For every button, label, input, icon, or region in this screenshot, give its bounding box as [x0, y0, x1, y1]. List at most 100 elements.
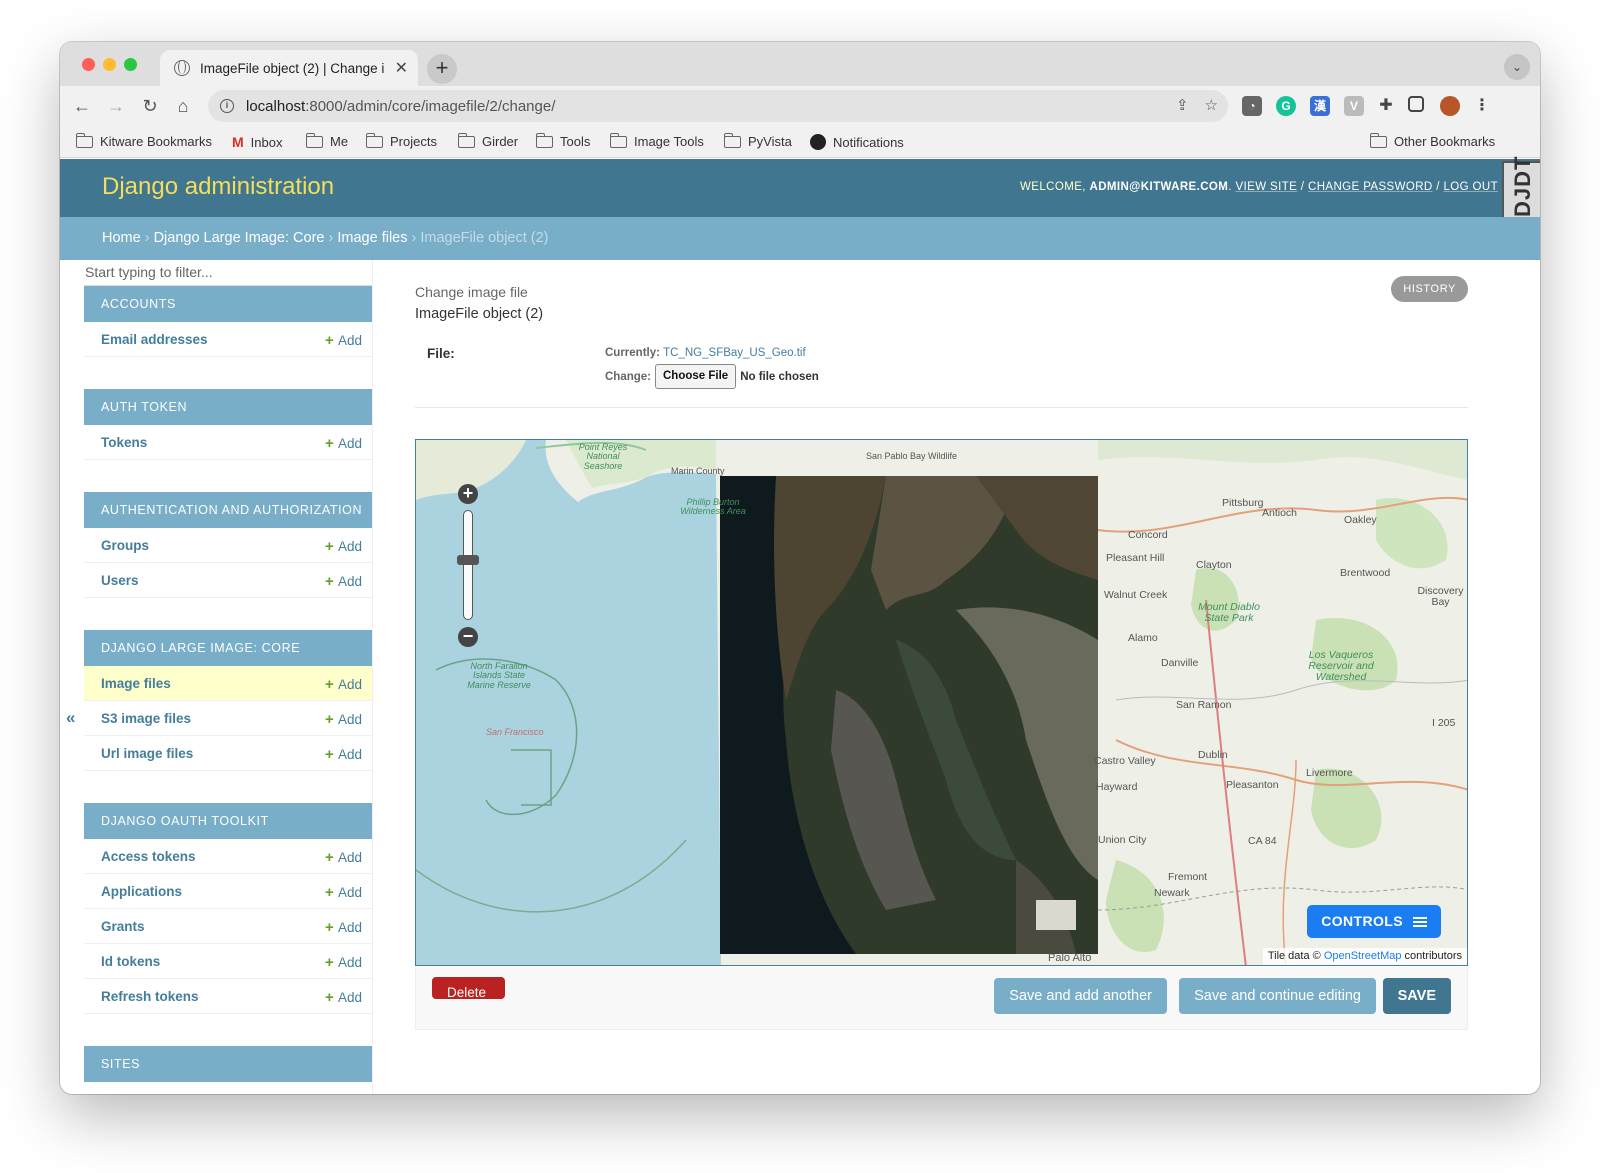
tab-close-icon[interactable]: ✕: [395, 58, 408, 78]
delete-button[interactable]: Delete: [432, 977, 505, 999]
nav-model-row: Id tokens + Add: [84, 944, 372, 979]
add-link[interactable]: + Add: [325, 849, 362, 866]
forward-icon[interactable]: →: [104, 94, 128, 118]
module-caption[interactable]: AUTHENTICATION AND AUTHORIZATION: [84, 492, 372, 528]
nav-module: SITES: [84, 1046, 372, 1082]
zoom-slider-handle[interactable]: [457, 555, 479, 565]
nav-module: DJANGO LARGE IMAGE: CORE Image files + Add…: [84, 630, 372, 771]
nav-model-link[interactable]: Users: [101, 573, 139, 588]
bookmark-pyvista[interactable]: PyVista: [724, 132, 792, 149]
map-viewer[interactable]: Point Reyes National Seashore Marin Count…: [415, 439, 1468, 966]
save-button[interactable]: SAVE: [1382, 978, 1451, 1014]
vue-extension-icon[interactable]: V: [1344, 96, 1364, 116]
view-site-link[interactable]: VIEW SITE: [1235, 181, 1297, 193]
side-panel-icon[interactable]: [1408, 96, 1424, 112]
zoom-in-button[interactable]: +: [458, 484, 478, 504]
menu-kebab-icon[interactable]: ⋮: [1472, 96, 1492, 116]
nav-model-link[interactable]: S3 image files: [101, 711, 191, 726]
map-place-label: Pittsburg: [1222, 497, 1264, 509]
add-link[interactable]: + Add: [325, 919, 362, 936]
nav-model-link[interactable]: Groups: [101, 538, 149, 553]
profile-avatar[interactable]: [1440, 96, 1460, 116]
back-icon[interactable]: ←: [70, 94, 94, 118]
breadcrumb-model[interactable]: Image files: [337, 230, 407, 246]
nav-model-link[interactable]: Tokens: [101, 435, 147, 450]
bookmark-image-tools[interactable]: Image Tools: [610, 132, 704, 149]
breadcrumb-app[interactable]: Django Large Image: Core: [154, 230, 325, 246]
bookmark-kitware[interactable]: Kitware Bookmarks: [76, 132, 212, 149]
share-icon[interactable]: ⇪: [1176, 96, 1189, 114]
module-caption[interactable]: SITES: [84, 1046, 372, 1082]
home-icon[interactable]: ⌂: [171, 94, 195, 118]
module-caption[interactable]: DJANGO OAUTH TOOLKIT: [84, 803, 372, 839]
change-password-link[interactable]: CHANGE PASSWORD: [1308, 181, 1433, 193]
zoom-out-button[interactable]: −: [458, 627, 478, 647]
save-continue-button[interactable]: Save and continue editing: [1179, 978, 1376, 1014]
map-place-label: San Pablo Bay Wildlife: [866, 451, 958, 461]
nav-model-link[interactable]: Access tokens: [101, 849, 196, 864]
map-place-label: North Farallon Islands State Marine Rese…: [467, 661, 531, 690]
nav-filter-input[interactable]: Start typing to filter...: [84, 260, 372, 286]
url-path: :8000/admin/core/imagefile/2/change/: [305, 97, 556, 115]
module-caption[interactable]: AUTH TOKEN: [84, 389, 372, 425]
nav-model-link[interactable]: Image files: [101, 676, 171, 691]
reload-icon[interactable]: ↻: [138, 94, 162, 118]
add-link[interactable]: + Add: [325, 332, 362, 349]
tab-search-button[interactable]: ⌄: [1504, 54, 1530, 80]
folder-icon: [306, 132, 323, 148]
nav-model-link[interactable]: Grants: [101, 919, 145, 934]
save-add-another-button[interactable]: Save and add another: [994, 978, 1167, 1014]
add-link[interactable]: + Add: [325, 989, 362, 1006]
history-button[interactable]: HISTORY: [1391, 276, 1468, 302]
module-caption[interactable]: ACCOUNTS: [84, 286, 372, 322]
bookmark-projects[interactable]: Projects: [366, 132, 437, 149]
add-link[interactable]: + Add: [325, 711, 362, 728]
breadcrumb-home[interactable]: Home: [102, 230, 141, 246]
puzzle-extensions-icon[interactable]: ✚: [1376, 96, 1396, 116]
openstreetmap-link[interactable]: OpenStreetMap: [1324, 950, 1402, 962]
nav-model-row: Url image files + Add: [84, 736, 372, 771]
nav-model-link[interactable]: Applications: [101, 884, 182, 899]
bookmark-tools[interactable]: Tools: [536, 132, 590, 149]
bookmark-inbox[interactable]: M Inbox: [232, 134, 282, 150]
map-place-label: Concord: [1128, 529, 1168, 541]
minimize-window-button[interactable]: [103, 58, 116, 71]
performance-extension-icon[interactable]: ◔: [1242, 96, 1262, 116]
bookmark-girder[interactable]: Girder: [458, 132, 518, 149]
add-label: Add: [337, 955, 362, 970]
translate-extension-icon[interactable]: 漢: [1310, 96, 1330, 116]
log-out-link[interactable]: LOG OUT: [1443, 181, 1498, 193]
add-link[interactable]: + Add: [325, 435, 362, 452]
site-branding[interactable]: Django administration: [102, 173, 334, 201]
choose-file-button[interactable]: Choose File: [655, 364, 737, 389]
address-bar[interactable]: i localhost:8000/admin/core/imagefile/2/…: [208, 90, 1228, 122]
controls-button[interactable]: CONTROLS: [1307, 905, 1441, 938]
current-file-link[interactable]: TC_NG_SFBay_US_Geo.tif: [663, 347, 806, 359]
maximize-window-button[interactable]: [124, 58, 137, 71]
nav-model-link[interactable]: Email addresses: [101, 332, 208, 347]
add-link[interactable]: + Add: [325, 573, 362, 590]
add-link[interactable]: + Add: [325, 954, 362, 971]
add-link[interactable]: + Add: [325, 884, 362, 901]
bookmark-me[interactable]: Me: [306, 132, 348, 149]
nav-model-link[interactable]: Refresh tokens: [101, 989, 199, 1004]
close-window-button[interactable]: [82, 58, 95, 71]
collapse-sidebar-button[interactable]: «: [66, 708, 75, 728]
add-link[interactable]: + Add: [325, 538, 362, 555]
module-caption[interactable]: DJANGO LARGE IMAGE: CORE: [84, 630, 372, 666]
bookmark-other[interactable]: Other Bookmarks: [1370, 132, 1495, 149]
globe-icon: [174, 60, 190, 76]
add-link[interactable]: + Add: [325, 676, 362, 693]
active-tab[interactable]: ImageFile object (2) | Change i ✕: [160, 50, 418, 86]
new-tab-button[interactable]: +: [427, 54, 457, 84]
bookmark-star-icon[interactable]: ☆: [1205, 96, 1218, 114]
grammarly-extension-icon[interactable]: G: [1276, 96, 1296, 116]
bookmark-notifications[interactable]: Notifications: [810, 134, 904, 150]
site-info-icon[interactable]: i: [220, 99, 234, 113]
zoom-slider-track[interactable]: [463, 510, 473, 620]
nav-model-link[interactable]: Url image files: [101, 746, 193, 761]
controls-label: CONTROLS: [1321, 913, 1403, 929]
bookmarks-bar: Kitware Bookmarks M Inbox Me Projects Gir…: [60, 126, 1540, 158]
nav-model-link[interactable]: Id tokens: [101, 954, 160, 969]
add-link[interactable]: + Add: [325, 746, 362, 763]
